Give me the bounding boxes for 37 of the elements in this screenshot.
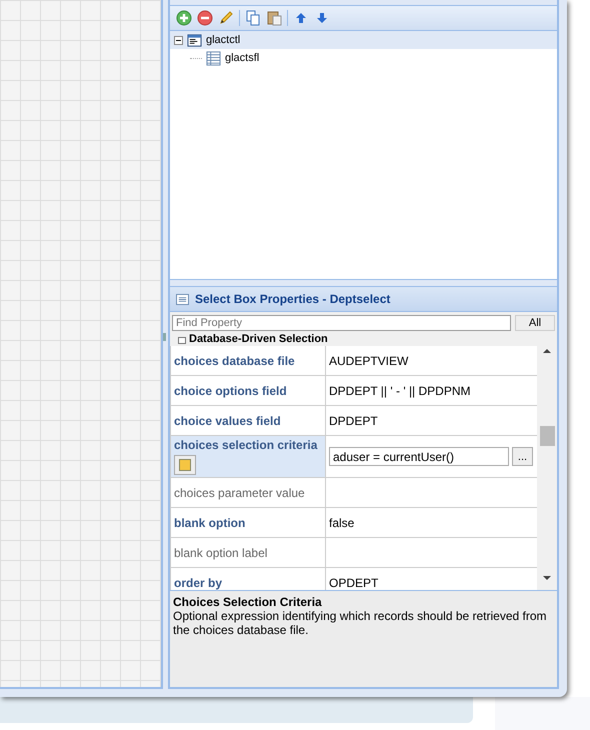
grid-icon: [206, 50, 221, 66]
list-icon: [176, 294, 189, 304]
property-name[interactable]: blank option: [171, 508, 326, 537]
move-down-icon[interactable]: [316, 12, 328, 24]
browse-button[interactable]: ...: [512, 447, 533, 466]
property-value: OPDEPT: [329, 576, 378, 590]
collapse-toggle-icon[interactable]: [174, 36, 183, 44]
remove-icon[interactable]: [197, 10, 213, 26]
value-input[interactable]: aduser = currentUser(): [329, 447, 509, 466]
paste-icon[interactable]: [266, 10, 282, 26]
section-title: Database-Driven Selection: [189, 334, 328, 344]
description-text: Optional expression identifying which records should be retrieved from the choices database file.: [173, 609, 548, 637]
copy-icon[interactable]: [245, 10, 261, 26]
move-up-icon[interactable]: [295, 12, 307, 24]
add-icon[interactable]: [176, 10, 192, 26]
property-value: DPDEPT: [329, 414, 378, 428]
description-title: Choices Selection Criteria: [173, 595, 323, 609]
pencil-icon[interactable]: [218, 10, 234, 26]
all-button[interactable]: All: [515, 315, 555, 331]
scroll-thumb[interactable]: [540, 426, 556, 446]
property-name[interactable]: choices selection criteria: [171, 436, 326, 477]
property-value: false: [329, 516, 354, 530]
property-value: DPDEPT || ' - ' || DPDPNM: [329, 384, 471, 398]
property-name[interactable]: choice options field: [171, 376, 326, 405]
search-field[interactable]: Find Property: [172, 315, 511, 331]
property-value: AUDEPTVIEW: [329, 354, 408, 368]
scroll-down-icon[interactable]: [543, 576, 552, 580]
tree-item[interactable]: glactctl: [170, 31, 557, 49]
tree-item[interactable]: glactsfl: [170, 49, 557, 67]
form-icon: [187, 32, 202, 48]
collapse-icon[interactable]: [178, 337, 186, 344]
expression-builder-button[interactable]: [174, 455, 196, 475]
property-name[interactable]: choice values field: [171, 406, 326, 435]
panel-title: Select Box Properties - Deptselect: [195, 292, 390, 306]
scroll-up-icon[interactable]: [543, 349, 552, 353]
collapse-handle-icon[interactable]: [163, 333, 166, 341]
property-name[interactable]: choices database file: [171, 346, 326, 375]
